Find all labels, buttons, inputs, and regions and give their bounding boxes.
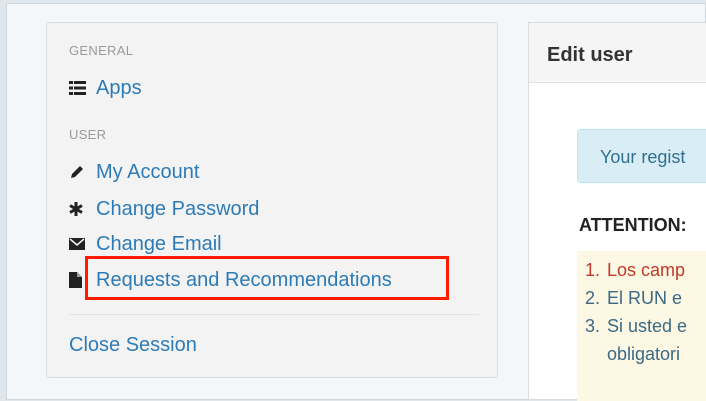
panel-heading: Edit user bbox=[529, 23, 706, 83]
sidebar-item-label: Apps bbox=[96, 76, 142, 99]
warning-item: obligatori bbox=[585, 344, 680, 365]
sidebar-item-apps[interactable]: Apps bbox=[69, 76, 142, 100]
item-number: 1. bbox=[585, 260, 601, 280]
warning-item: 2. El RUN e bbox=[585, 288, 682, 309]
list-icon bbox=[69, 78, 89, 98]
sidebar-item-label: Change Password bbox=[96, 197, 260, 220]
nav-header-general: GENERAL bbox=[69, 43, 134, 58]
asterisk-icon bbox=[69, 199, 89, 219]
pencil-icon bbox=[69, 162, 89, 182]
sidebar-item-requests[interactable]: Requests and Recommendations bbox=[69, 268, 392, 292]
item-number: 3. bbox=[585, 316, 601, 336]
sidebar-item-label: Requests and Recommendations bbox=[96, 268, 392, 291]
attention-label: ATTENTION: bbox=[579, 215, 687, 235]
sidebar-item-change-email[interactable]: Change Email bbox=[69, 232, 222, 256]
sidebar: GENERAL Apps USER My Account Change Pass… bbox=[46, 22, 498, 378]
item-text: El RUN e bbox=[607, 288, 683, 308]
info-alert-text: Your regist bbox=[600, 147, 686, 167]
sidebar-item-label: Change Email bbox=[96, 232, 222, 255]
item-text: Si usted e bbox=[607, 316, 688, 336]
sidebar-item-change-password[interactable]: Change Password bbox=[69, 197, 259, 221]
warning-box: 1. Los camp 2. El RUN e 3. Si usted e oblig… bbox=[577, 251, 706, 401]
file-icon bbox=[69, 270, 89, 290]
edit-user-panel: Edit user Your regist ATTENTION: 1. Los c… bbox=[528, 22, 706, 401]
divider bbox=[69, 314, 479, 315]
envelope-icon bbox=[69, 234, 89, 254]
info-alert: Your regist bbox=[577, 129, 706, 183]
item-number: 2. bbox=[585, 288, 601, 308]
nav-header-user: USER bbox=[69, 127, 107, 142]
item-text: Los camp bbox=[607, 260, 686, 280]
panel-title: Edit user bbox=[547, 44, 633, 66]
sidebar-item-my-account[interactable]: My Account bbox=[69, 160, 199, 184]
warning-item: 3. Si usted e bbox=[585, 316, 687, 337]
sidebar-item-label: My Account bbox=[96, 160, 200, 183]
warning-item: 1. Los camp bbox=[585, 260, 685, 281]
item-text: obligatori bbox=[607, 344, 681, 364]
close-session-link[interactable]: Close Session bbox=[69, 334, 197, 357]
